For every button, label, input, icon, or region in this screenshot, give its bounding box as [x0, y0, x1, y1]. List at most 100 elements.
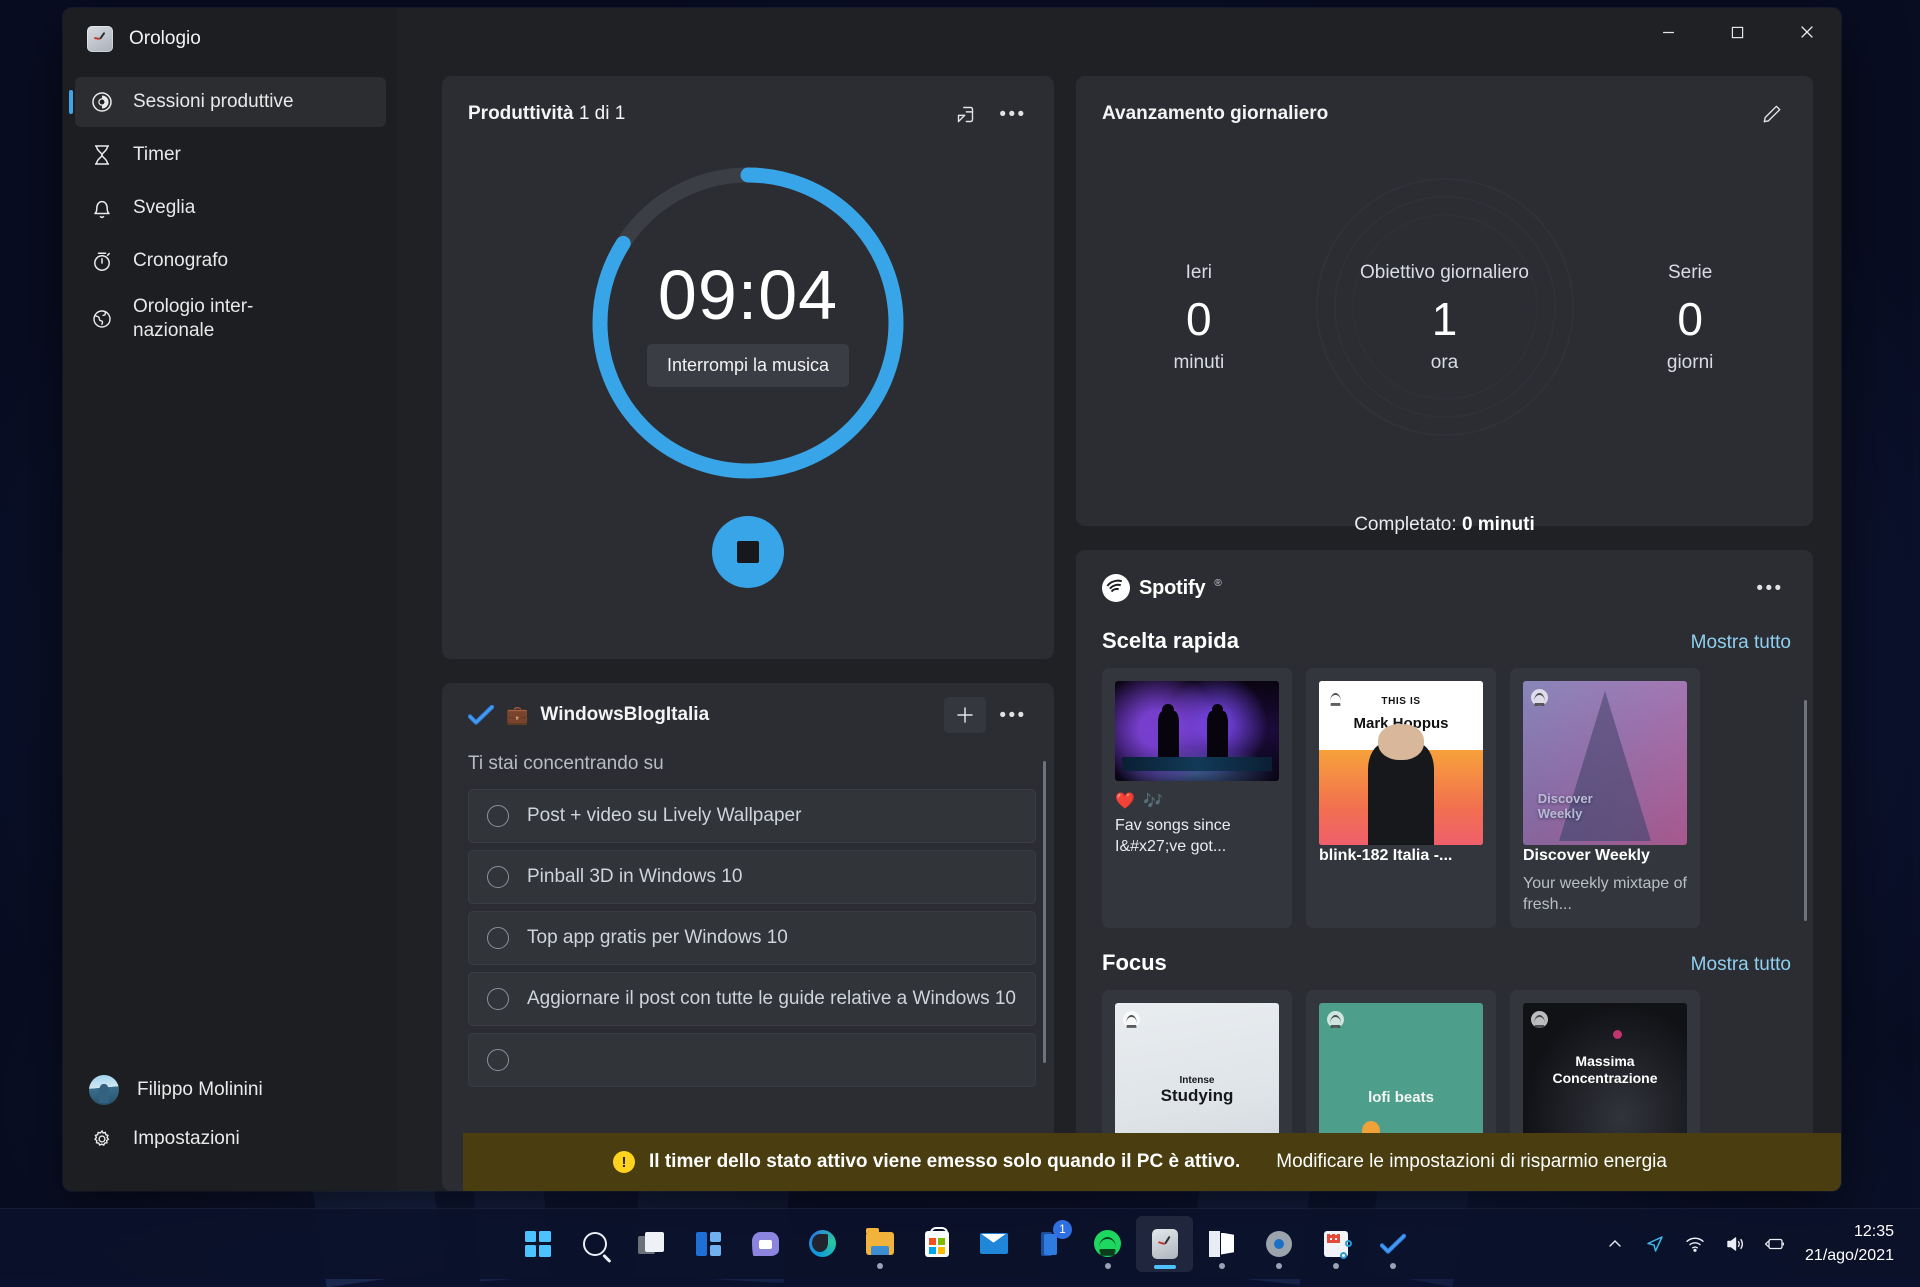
maximize-button[interactable] [1703, 8, 1772, 56]
stat-obiettivo-giornaliero: Obiettivo giornaliero 1 ora [1339, 262, 1549, 374]
spotify-scrollbar[interactable] [1804, 700, 1807, 1181]
battery-button[interactable] [1755, 1216, 1795, 1272]
completed-label: Completato: [1354, 514, 1462, 535]
network-button[interactable] [1675, 1216, 1715, 1272]
gear-icon [89, 1128, 115, 1150]
task-complete-radio[interactable] [487, 805, 509, 827]
spotify-mini-icon [1531, 1011, 1548, 1028]
album-art-discover-weekly: DiscoverWeekly [1523, 681, 1687, 845]
tasks-scrollbar[interactable] [1043, 761, 1046, 1181]
stat-unit: giorni [1585, 352, 1795, 374]
more-options-icon[interactable]: ••• [992, 96, 1034, 132]
tile-description: Your weekly mixtape of fresh... [1523, 873, 1687, 915]
task-complete-radio[interactable] [487, 927, 509, 949]
daily-progress-header: Avanzamento giornaliero [1076, 76, 1813, 132]
focus-timer-title-count: 1 di 1 [574, 103, 626, 124]
search-button[interactable] [566, 1216, 623, 1272]
sidebar-item-orologio-internazionale[interactable]: Orologio inter- nazionale [75, 289, 386, 348]
widgets-button[interactable] [680, 1216, 737, 1272]
task-complete-radio[interactable] [487, 866, 509, 888]
meet-now-button[interactable] [1635, 1216, 1675, 1272]
task-row[interactable]: Post + video su Lively Wallpaper [468, 789, 1036, 843]
section-title: Scelta rapida [1102, 628, 1239, 654]
taskbar-clock[interactable]: 12:35 21/ago/2021 [1795, 1220, 1908, 1266]
chat-button[interactable] [737, 1216, 794, 1272]
ellipsis-glyph: ••• [999, 105, 1026, 124]
file-explorer-button[interactable] [851, 1216, 908, 1272]
start-button[interactable] [509, 1216, 566, 1272]
microsoft-todo-icon [468, 705, 494, 725]
playlist-tile[interactable]: THIS ISMark Hoppus blink-182 Italia -... [1306, 668, 1496, 928]
task-row[interactable]: Top app gratis per Windows 10 [468, 911, 1036, 965]
phone-link-button[interactable]: 1 [1022, 1216, 1079, 1272]
task-row[interactable] [468, 1033, 1036, 1087]
task-row[interactable]: Pinball 3D in Windows 10 [468, 850, 1036, 904]
notification-badge: 1 [1053, 1220, 1072, 1239]
file-explorer-icon [866, 1232, 894, 1255]
todo-button[interactable] [1364, 1216, 1421, 1272]
bell-icon [89, 196, 115, 220]
minimize-button[interactable] [1634, 8, 1703, 56]
task-view-icon [638, 1232, 666, 1256]
playlist-tile[interactable]: DiscoverWeekly Discover Weekly Your week… [1510, 668, 1700, 928]
account-button[interactable]: Filippo Molinini [75, 1065, 386, 1115]
spotify-trademark: ® [1214, 578, 1221, 589]
add-task-icon[interactable] [944, 697, 986, 733]
sidebar-item-impostazioni[interactable]: Impostazioni [75, 1118, 386, 1160]
close-button[interactable] [1772, 8, 1841, 56]
sidebar-item-cronografo[interactable]: Cronografo [75, 236, 386, 286]
stat-ieri: Ieri 0 minuti [1094, 262, 1304, 374]
more-options-icon[interactable]: ••• [992, 697, 1034, 733]
volume-button[interactable] [1715, 1216, 1755, 1272]
task-view-button[interactable] [623, 1216, 680, 1272]
daily-progress-stats: Ieri 0 minuti Obiettivo giornaliero 1 or… [1076, 262, 1813, 374]
section-title: Focus [1102, 950, 1167, 976]
show-hidden-icons-button[interactable] [1595, 1216, 1635, 1272]
task-complete-radio[interactable] [487, 988, 509, 1010]
show-all-link[interactable]: Mostra tutto [1691, 954, 1791, 976]
more-options-icon[interactable]: ••• [1749, 570, 1791, 606]
right-column: Avanzamento giornaliero [1076, 76, 1813, 1191]
sidebar-item-timer[interactable]: Timer [75, 130, 386, 180]
section-header-focus: Focus Mostra tutto [1076, 928, 1813, 976]
scrollbar-thumb[interactable] [1043, 761, 1046, 1063]
account-name: Filippo Molinini [137, 1079, 263, 1101]
scrollbar-thumb[interactable] [1804, 700, 1807, 921]
hourglass-icon [89, 143, 115, 167]
mail-button[interactable] [965, 1216, 1022, 1272]
compact-overlay-icon[interactable] [944, 96, 986, 132]
focus-timer-ring: 09:04 Interrompi la musica [583, 158, 913, 488]
album-art-mark-hoppus: THIS ISMark Hoppus [1319, 681, 1483, 845]
edit-pencil-icon[interactable] [1751, 96, 1793, 132]
focus-timer-header: Produttività 1 di 1 ••• [442, 76, 1054, 132]
sidebar-item-sessioni-produttive[interactable]: Sessioni produttive [75, 77, 386, 127]
sidebar-item-label: Sessioni produttive [133, 90, 294, 114]
sidebar-nav-list: Sessioni produttive Timer Sveglia [63, 74, 398, 351]
sidebar-item-sveglia[interactable]: Sveglia [75, 183, 386, 233]
task-row[interactable]: Aggiornare il post con tutte le guide re… [468, 972, 1036, 1026]
playlist-tile[interactable]: ❤️ 🎶 Fav songs since I&#x27;ve got... [1102, 668, 1292, 928]
snipping-tool-button[interactable] [1307, 1216, 1364, 1272]
office-button[interactable] [1193, 1216, 1250, 1272]
settings-label: Impostazioni [133, 1128, 240, 1150]
ellipsis-glyph: ••• [999, 706, 1026, 725]
clock-date: 21/ago/2021 [1805, 1244, 1894, 1267]
stop-session-button[interactable] [712, 516, 784, 588]
microsoft-store-button[interactable] [908, 1216, 965, 1272]
toast-action-link[interactable]: Modificare le impostazioni di risparmio … [1276, 1151, 1667, 1173]
task-complete-radio[interactable] [487, 1049, 509, 1071]
daily-progress-card: Avanzamento giornaliero [1076, 76, 1813, 526]
stat-value: 1 [1339, 296, 1549, 342]
stat-caption: Ieri [1094, 262, 1304, 284]
spotify-button[interactable] [1079, 1216, 1136, 1272]
clock-button[interactable] [1136, 1216, 1193, 1272]
settings-button[interactable] [1250, 1216, 1307, 1272]
sidebar-item-label: Sveglia [133, 196, 195, 220]
edge-button[interactable] [794, 1216, 851, 1272]
show-all-link[interactable]: Mostra tutto [1691, 632, 1791, 654]
pause-music-button[interactable]: Interrompi la musica [647, 344, 849, 387]
spotify-mini-icon [1327, 689, 1344, 706]
navigation-sidebar: Orologio Sessioni produttive [63, 8, 398, 1191]
spotify-logo-icon [1102, 574, 1130, 602]
avatar [89, 1075, 119, 1105]
